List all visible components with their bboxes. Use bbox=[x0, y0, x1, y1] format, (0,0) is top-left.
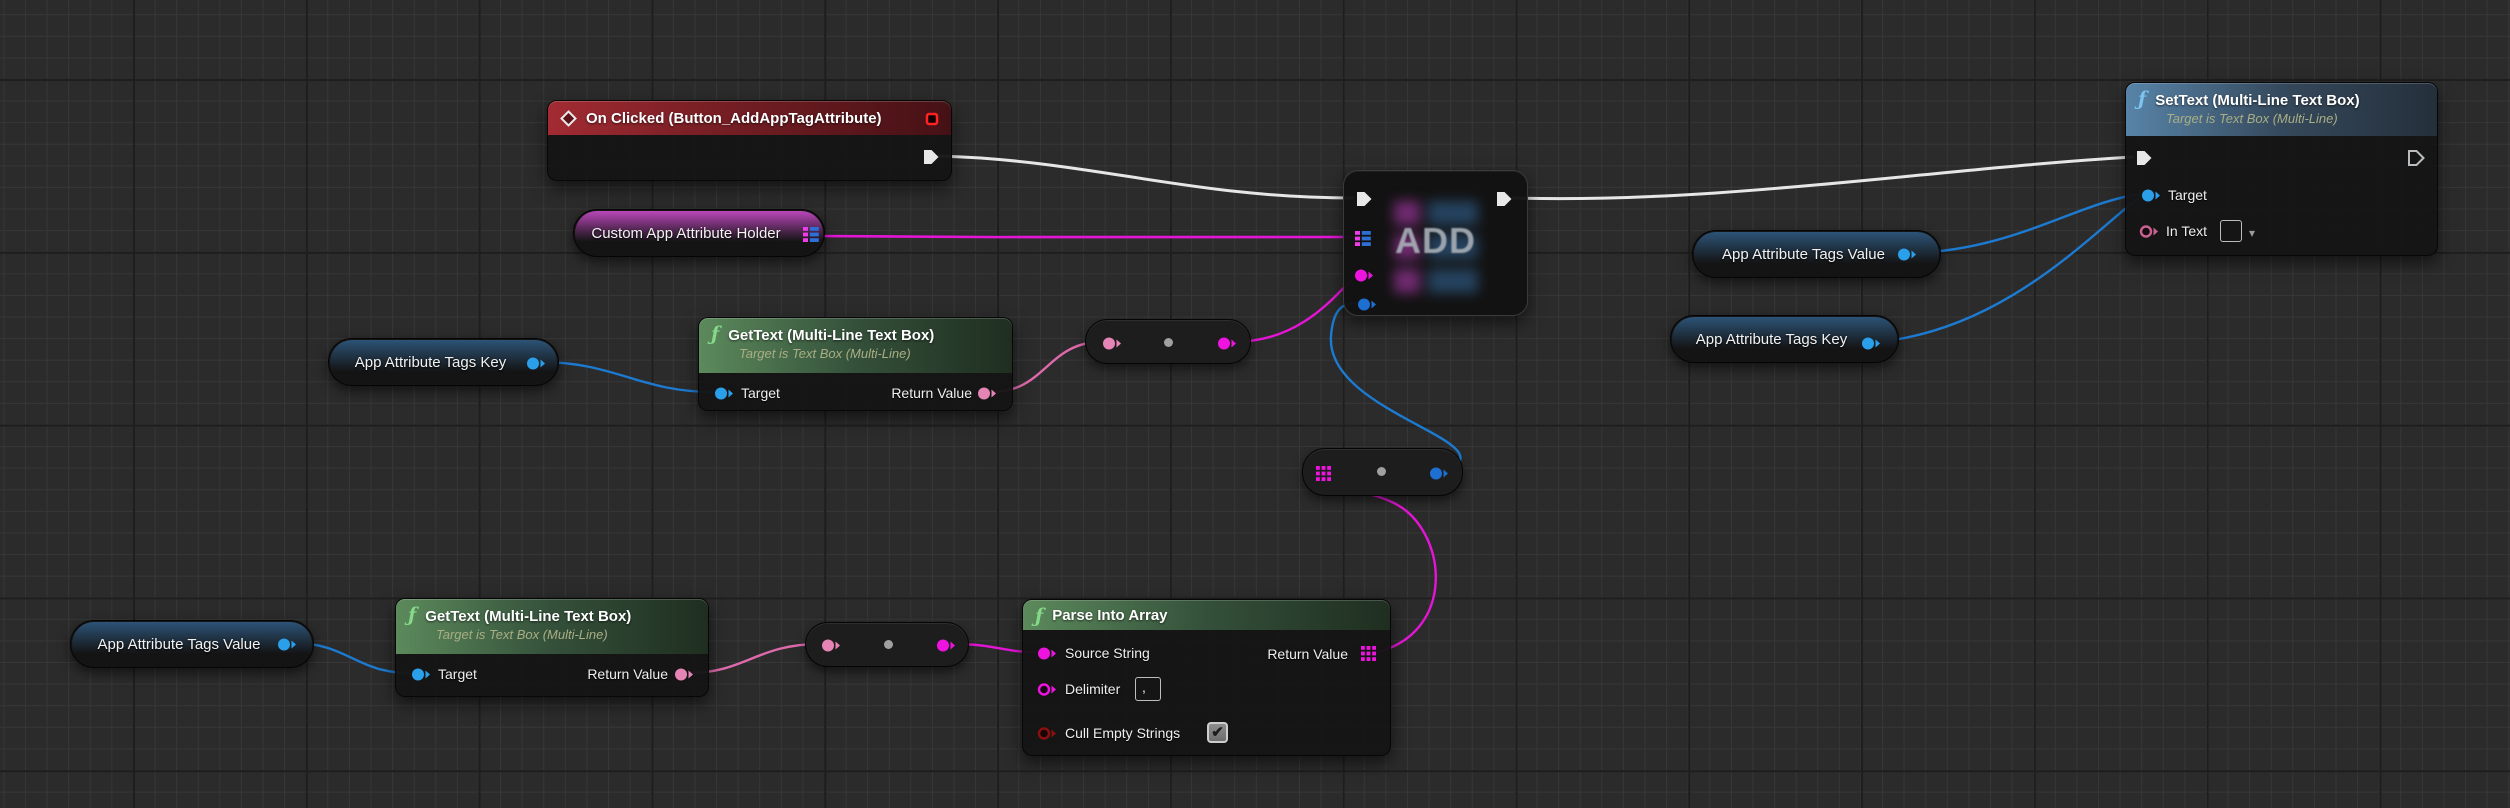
object-out-pin[interactable] bbox=[1429, 466, 1450, 481]
node-title: SetText (Multi-Line Text Box) bbox=[2155, 92, 2359, 109]
variable-node-app-attribute-tags-key-right[interactable]: App Attribute Tags Key bbox=[1670, 315, 1899, 363]
function-node-settext[interactable]: ƒ SetText (Multi-Line Text Box) Target i… bbox=[2125, 82, 2438, 256]
delimiter-pin[interactable] bbox=[1037, 682, 1058, 697]
target-pin[interactable] bbox=[2141, 188, 2162, 203]
value-pin[interactable] bbox=[1357, 297, 1378, 312]
wire-map-holder-to-add[interactable] bbox=[816, 236, 1354, 237]
key-pin[interactable] bbox=[1354, 268, 1375, 283]
target-pin-label: Target bbox=[438, 664, 477, 684]
exec-in-pin[interactable] bbox=[2135, 149, 2153, 167]
target-pin-label: Target bbox=[741, 383, 780, 403]
string-out-pin[interactable] bbox=[1217, 336, 1238, 351]
object-out-pin[interactable] bbox=[1861, 336, 1882, 351]
add-watermark-label: ADD bbox=[1395, 220, 1476, 262]
delimiter-input[interactable]: , bbox=[1135, 677, 1161, 701]
function-icon: ƒ bbox=[1035, 605, 1043, 627]
delimiter-pin-label: Delimiter bbox=[1065, 679, 1120, 699]
function-icon: ƒ bbox=[408, 604, 416, 626]
cull-empty-strings-pin[interactable] bbox=[1037, 726, 1058, 741]
wire-object-conversion-to-add-value[interactable] bbox=[1331, 303, 1461, 472]
event-node-on-clicked[interactable]: On Clicked (Button_AddAppTagAttribute) bbox=[547, 100, 952, 181]
exec-out-pin[interactable] bbox=[922, 148, 940, 166]
variable-label: App Attribute Tags Value bbox=[1722, 246, 1885, 263]
node-title: GetText (Multi-Line Text Box) bbox=[425, 608, 631, 625]
return-value-pin-label: Return Value bbox=[891, 383, 972, 403]
variable-node-custom-app-attribute-holder[interactable]: Custom App Attribute Holder bbox=[573, 209, 825, 257]
chevron-down-icon[interactable]: ▾ bbox=[2249, 227, 2255, 239]
conversion-dot-icon bbox=[884, 640, 893, 649]
string-array-out-pin[interactable] bbox=[1361, 646, 1376, 661]
object-out-pin[interactable] bbox=[526, 356, 547, 371]
target-pin[interactable] bbox=[714, 386, 735, 401]
in-text-input[interactable] bbox=[2220, 220, 2242, 242]
object-out-pin[interactable] bbox=[1897, 247, 1918, 262]
function-icon: ƒ bbox=[711, 323, 719, 345]
in-text-pin[interactable] bbox=[2139, 224, 2160, 239]
node-subtitle: Target is Text Box (Multi-Line) bbox=[436, 627, 696, 642]
conversion-node-text-to-string-lower[interactable] bbox=[805, 622, 969, 667]
variable-node-app-attribute-tags-key-upper[interactable]: App Attribute Tags Key bbox=[328, 338, 559, 386]
wire-exec-add-to-settext[interactable] bbox=[1512, 157, 2134, 199]
variable-label: Custom App Attribute Holder bbox=[591, 225, 780, 242]
wire-exec-onclicked-to-add[interactable] bbox=[938, 156, 1354, 198]
text-in-pin[interactable] bbox=[821, 638, 842, 653]
source-string-pin[interactable] bbox=[1037, 646, 1058, 661]
map-pin[interactable] bbox=[803, 227, 819, 242]
node-subtitle: Target is Text Box (Multi-Line) bbox=[739, 346, 1000, 361]
return-value-pin-label: Return Value bbox=[587, 664, 668, 684]
variable-node-app-attribute-tags-value-right[interactable]: App Attribute Tags Value bbox=[1692, 230, 1941, 278]
string-out-pin[interactable] bbox=[936, 638, 957, 653]
exec-out-pin[interactable] bbox=[2407, 149, 2425, 167]
wire-object-tagskey-to-gettext-upper[interactable] bbox=[540, 362, 713, 392]
cull-empty-strings-checkbox[interactable]: ✔ bbox=[1207, 722, 1228, 743]
variable-node-app-attribute-tags-value-lower[interactable]: App Attribute Tags Value bbox=[70, 620, 314, 668]
function-icon: ƒ bbox=[2138, 88, 2146, 110]
string-array-in-pin[interactable] bbox=[1316, 466, 1331, 481]
function-node-gettext-upper[interactable]: ƒ GetText (Multi-Line Text Box) Target i… bbox=[698, 317, 1013, 411]
variable-label: App Attribute Tags Key bbox=[355, 354, 507, 371]
exec-out-pin[interactable] bbox=[1495, 190, 1513, 208]
function-node-parse-into-array[interactable]: ƒ Parse Into Array Source String Return … bbox=[1022, 599, 1391, 756]
node-title: Parse Into Array bbox=[1052, 607, 1167, 624]
return-value-pin[interactable] bbox=[977, 386, 998, 401]
target-pin-label: Target bbox=[2168, 185, 2207, 205]
event-diamond-icon bbox=[560, 110, 577, 127]
in-text-pin-label: In Text bbox=[2166, 221, 2207, 241]
map-target-pin[interactable] bbox=[1355, 231, 1371, 246]
conversion-node-array-to-object[interactable] bbox=[1302, 448, 1463, 496]
object-out-pin[interactable] bbox=[277, 637, 298, 652]
conversion-node-text-to-string-upper[interactable] bbox=[1085, 319, 1251, 364]
node-subtitle: Target is Text Box (Multi-Line) bbox=[2166, 111, 2425, 126]
cull-empty-strings-pin-label: Cull Empty Strings bbox=[1065, 723, 1180, 743]
macro-node-add[interactable]: ADD bbox=[1343, 170, 1528, 316]
return-value-pin[interactable] bbox=[674, 667, 695, 682]
conversion-dot-icon bbox=[1164, 338, 1173, 347]
variable-label: App Attribute Tags Key bbox=[1696, 331, 1848, 348]
source-string-pin-label: Source String bbox=[1065, 643, 1150, 663]
wire-string-conversion-to-add-key[interactable] bbox=[1233, 276, 1355, 342]
node-title: GetText (Multi-Line Text Box) bbox=[728, 327, 934, 344]
blueprint-graph-canvas[interactable]: On Clicked (Button_AddAppTagAttribute) C… bbox=[0, 0, 2510, 808]
function-node-gettext-lower[interactable]: ƒ GetText (Multi-Line Text Box) Target i… bbox=[395, 598, 709, 697]
exec-in-pin[interactable] bbox=[1355, 190, 1373, 208]
return-value-pin-label: Return Value bbox=[1267, 644, 1348, 664]
variable-label: App Attribute Tags Value bbox=[98, 636, 261, 653]
node-title: On Clicked (Button_AddAppTagAttribute) bbox=[586, 110, 882, 127]
text-in-pin[interactable] bbox=[1102, 336, 1123, 351]
conversion-dot-icon bbox=[1377, 467, 1386, 476]
delegate-pin[interactable] bbox=[925, 112, 939, 126]
target-pin[interactable] bbox=[411, 667, 432, 682]
